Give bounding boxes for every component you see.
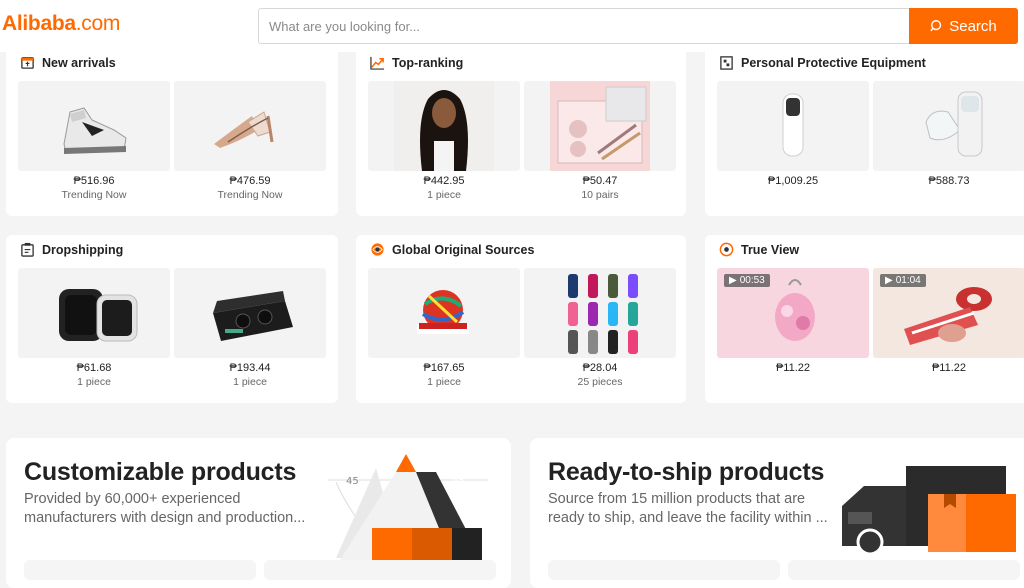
banner-title: Customizable products — [24, 458, 297, 486]
product-price: ₱50.47 — [582, 175, 618, 187]
product-image-heels[interactable] — [174, 81, 326, 171]
product-price: ₱193.44 — [229, 362, 271, 374]
video-duration-badge: ▶ 00:53 — [724, 274, 770, 287]
product-price: ₱167.65 — [423, 362, 465, 374]
product-sub: 10 pairs — [581, 189, 619, 201]
product-price: ₱61.68 — [76, 362, 112, 374]
product-image-wig[interactable] — [368, 81, 520, 171]
video-duration-badge: ▶ 01:04 — [880, 274, 926, 287]
top-header: Alibaba.com Search — [0, 0, 1024, 52]
search-icon — [930, 20, 942, 32]
banner-title: Ready-to-ship products — [548, 458, 825, 486]
banner-description: Provided by 60,000+ experienced manufact… — [24, 491, 306, 526]
product-video-tape[interactable]: ▶ 01:04 — [873, 268, 1024, 358]
product-price: ₱476.59 — [229, 175, 271, 187]
trending-up-icon — [370, 56, 385, 70]
product-image-nebulizer[interactable] — [873, 81, 1024, 171]
sub-tab[interactable] — [264, 560, 496, 580]
video-duration: 00:53 — [739, 275, 765, 286]
product-tile[interactable]: ▶ 00:53 ₱11.22 — [717, 268, 869, 374]
card-top-ranking[interactable]: Top-ranking ₱442.95 1 piece ₱50.47 10 pa… — [356, 48, 686, 216]
product-tile[interactable]: ₱50.47 10 pairs — [524, 81, 676, 201]
angle-label-right: 45 — [452, 476, 465, 487]
product-sub: Trending Now — [217, 189, 283, 201]
product-tile[interactable]: ₱1,009.25 — [717, 81, 869, 187]
product-price: ₱516.96 — [73, 175, 115, 187]
product-sub: Trending Now — [61, 189, 127, 201]
logo-text: Alibaba — [2, 12, 76, 35]
card-title: True View — [741, 242, 800, 257]
product-image-water-bottles[interactable] — [524, 268, 676, 358]
product-tile[interactable]: ₱193.44 1 piece — [174, 268, 326, 388]
product-tile[interactable]: ₱61.68 1 piece — [18, 268, 170, 388]
product-tile[interactable]: ₱588.73 — [873, 81, 1024, 187]
product-video-keychain[interactable]: ▶ 00:53 — [717, 268, 869, 358]
card-title: Personal Protective Equipment — [741, 55, 926, 70]
banner-ready-to-ship[interactable]: Ready-to-ship products Source from 15 mi… — [530, 438, 1024, 588]
banner-description: Source from 15 million products that are… — [548, 491, 828, 526]
product-sub: 1 piece — [233, 376, 267, 388]
card-dropshipping[interactable]: Dropshipping ₱61.68 1 piece ₱193.44 1 pi… — [6, 235, 338, 403]
product-price: ₱11.22 — [775, 362, 811, 374]
product-image-globe-logo[interactable] — [368, 268, 520, 358]
card-global-original-sources[interactable]: Global Original Sources ₱167.65 1 piece … — [356, 235, 686, 403]
search-bar: Search — [258, 8, 1018, 44]
search-button[interactable]: Search — [909, 8, 1018, 44]
card-title: Global Original Sources — [392, 242, 535, 257]
truck-illustration — [842, 466, 1016, 556]
sub-tab[interactable] — [24, 560, 256, 580]
search-button-label: Search — [949, 17, 997, 35]
product-price: ₱28.04 — [582, 362, 618, 374]
product-sub: 1 piece — [427, 189, 461, 201]
product-image-thermometer[interactable] — [717, 81, 869, 171]
true-view-icon — [719, 242, 734, 257]
clipboard-icon — [21, 242, 34, 257]
card-new-arrivals[interactable]: New arrivals ₱516.96 Trending Now ₱476.5… — [6, 48, 338, 216]
product-price: ₱442.95 — [423, 175, 465, 187]
product-image-smartwatch[interactable] — [18, 268, 170, 358]
ppe-icon — [720, 56, 733, 70]
play-icon: ▶ — [885, 275, 893, 286]
new-arrivals-icon — [21, 57, 34, 69]
product-sub: 1 piece — [77, 376, 111, 388]
card-title: New arrivals — [42, 55, 116, 70]
product-tile[interactable]: ₱476.59 Trending Now — [174, 81, 326, 201]
product-price: ₱1,009.25 — [767, 175, 819, 187]
product-sub: 25 pieces — [577, 376, 623, 388]
product-image-sneaker[interactable] — [18, 81, 170, 171]
sub-tab[interactable] — [788, 560, 1020, 580]
sub-tab[interactable] — [548, 560, 780, 580]
card-title: Top-ranking — [392, 55, 464, 70]
globe-icon — [371, 243, 384, 256]
play-icon: ▶ — [729, 275, 737, 286]
alibaba-logo[interactable]: Alibaba.com — [2, 12, 120, 36]
card-title: Dropshipping — [42, 242, 124, 257]
product-tile[interactable]: ₱28.04 25 pieces — [524, 268, 676, 388]
card-ppe[interactable]: Personal Protective Equipment ₱1,009.25 … — [705, 48, 1024, 216]
angle-label-left: 45 — [346, 476, 359, 487]
product-image-lashes-kit[interactable] — [524, 81, 676, 171]
product-price: ₱588.73 — [928, 175, 970, 187]
product-tile[interactable]: ₱442.95 1 piece — [368, 81, 520, 201]
search-input[interactable] — [259, 9, 909, 43]
product-image-earbuds-case[interactable] — [174, 268, 326, 358]
product-sub: 1 piece — [427, 376, 461, 388]
card-true-view[interactable]: True View ▶ 00:53 ₱11.22 ▶ 01:04 ₱11.22 — [705, 235, 1024, 403]
banner-customizable-products[interactable]: Customizable products Provided by 60,000… — [6, 438, 511, 588]
product-tile[interactable]: ₱167.65 1 piece — [368, 268, 520, 388]
product-tile[interactable]: ▶ 01:04 ₱11.22 — [873, 268, 1024, 374]
logo-suffix: .com — [75, 12, 121, 35]
product-price: ₱11.22 — [931, 362, 967, 374]
product-tile[interactable]: ₱516.96 Trending Now — [18, 81, 170, 201]
video-duration: 01:04 — [895, 275, 921, 286]
